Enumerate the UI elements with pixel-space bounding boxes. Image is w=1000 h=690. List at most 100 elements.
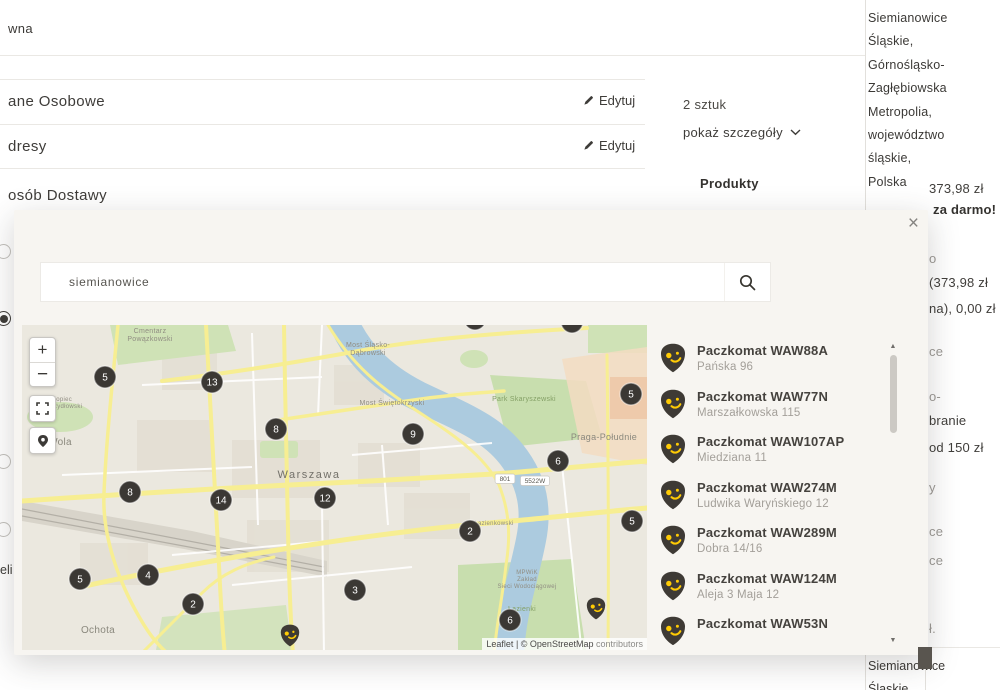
- cart-quantity: 2 sztuk: [683, 97, 726, 112]
- paczkomat-icon: [660, 571, 686, 601]
- paczkomat-icon: [660, 480, 686, 510]
- close-icon[interactable]: ×: [908, 214, 919, 233]
- map-cluster-marker[interactable]: 8: [265, 418, 287, 440]
- map-label: Ochota: [81, 625, 115, 636]
- map-cluster-marker[interactable]: 14: [210, 489, 232, 511]
- svg-text:8: 8: [127, 488, 133, 499]
- locker-name: Paczkomat WAW107AP: [697, 434, 844, 449]
- scroll-down-arrow[interactable]: ▼: [888, 637, 898, 645]
- map-label: Park Skaryszewski: [492, 396, 556, 403]
- summary-fragment: y: [929, 480, 936, 495]
- locker-name: Paczkomat WAW274M: [697, 480, 837, 495]
- map-cluster-marker[interactable]: 8: [119, 481, 141, 503]
- map-cluster-marker[interactable]: 12: [314, 487, 336, 509]
- map-cluster-marker[interactable]: 2: [459, 520, 481, 542]
- edit-personal-data-button[interactable]: Edytuj: [583, 93, 635, 108]
- locker-item[interactable]: Paczkomat WAW274M Ludwika Waryńskiego 12: [660, 480, 886, 526]
- summary-fragment: branie: [929, 413, 966, 428]
- scrollbar-thumb[interactable]: [890, 355, 897, 433]
- svg-text:801: 801: [500, 476, 511, 483]
- search-icon: [739, 274, 756, 291]
- page-scrollbar-thumb[interactable]: [918, 647, 932, 669]
- svg-text:5: 5: [629, 517, 635, 528]
- map-label: Sieci Wodociągowej: [498, 584, 557, 590]
- delivery-option-radio[interactable]: [0, 244, 11, 259]
- section-divider: [0, 124, 645, 125]
- svg-text:14: 14: [215, 496, 227, 507]
- locker-item[interactable]: Paczkomat WAW124M Aleja 3 Maja 12: [660, 571, 886, 617]
- leaflet-link[interactable]: Leaflet: [486, 639, 513, 649]
- summary-fragment: ł.: [929, 621, 936, 636]
- map-label: Warszawa: [278, 469, 341, 481]
- show-details-label: pokaż szczegóły: [683, 125, 783, 140]
- locate-button[interactable]: [29, 427, 56, 454]
- locker-item[interactable]: Paczkomat WAW77N Marszałkowska 115: [660, 389, 886, 435]
- pencil-icon: [583, 95, 594, 106]
- svg-text:13: 13: [206, 378, 218, 389]
- map-cluster-marker[interactable]: 13: [201, 371, 223, 393]
- delivery-option-radio[interactable]: [0, 454, 11, 469]
- map-cluster-marker[interactable]: 3: [344, 579, 366, 601]
- locker-name: Paczkomat WAW77N: [697, 389, 828, 404]
- svg-text:2: 2: [190, 600, 196, 611]
- locker-item[interactable]: Paczkomat WAW88A Pańska 96: [660, 343, 886, 389]
- products-row-label: Produkty: [700, 176, 759, 191]
- summary-fragment: za darmo!: [933, 202, 996, 217]
- locker-name: Paczkomat WAW124M: [697, 571, 837, 586]
- checkout-page: wna ane Osobowe dresy osób Dostawy Edytu…: [0, 0, 1000, 690]
- summary-fragment: ce: [929, 344, 943, 359]
- map-label: Zakład: [517, 577, 537, 583]
- summary-fragment: (373,98 zł: [929, 275, 988, 290]
- fullscreen-icon: [36, 402, 49, 415]
- svg-text:5: 5: [77, 575, 83, 586]
- map-cluster-marker[interactable]: 6: [499, 609, 521, 631]
- map-cluster-marker[interactable]: 5: [621, 510, 643, 532]
- paczkomat-icon: [660, 616, 686, 645]
- map-cluster-marker[interactable]: 9: [402, 423, 424, 445]
- locker-search-bar: [40, 262, 771, 302]
- delivery-option-radio[interactable]: [0, 522, 11, 537]
- openstreetmap-link[interactable]: OpenStreetMap: [530, 639, 594, 649]
- zoom-out-button[interactable]: −: [30, 362, 55, 386]
- paczkomat-icon: [660, 434, 686, 464]
- map-cluster-marker[interactable]: 5: [620, 383, 642, 405]
- svg-text:9: 9: [410, 430, 416, 441]
- scroll-up-arrow[interactable]: ▲: [888, 343, 898, 351]
- locker-address: Aleja 3 Maja 12: [697, 589, 837, 601]
- fullscreen-button[interactable]: [29, 395, 56, 422]
- left-edge-text-fragment: eli: [0, 563, 13, 577]
- locker-item[interactable]: Paczkomat WAW289M Dobra 14/16: [660, 525, 886, 571]
- summary-fragment: ce: [929, 553, 943, 568]
- summary-fragment: ce: [929, 524, 943, 539]
- search-button[interactable]: [724, 263, 770, 301]
- paczkomat-picker-modal: ×: [14, 210, 928, 655]
- map-cluster-marker[interactable]: 5: [69, 568, 91, 590]
- section-divider: [0, 168, 645, 169]
- map-canvas[interactable]: 8015522W CmentarzPowązkowskiKopiecMoczyd…: [22, 325, 647, 650]
- locker-item[interactable]: Paczkomat WAW53N: [660, 616, 886, 645]
- paczkomat-icon: [660, 389, 686, 419]
- map-cluster-marker[interactable]: 5: [94, 366, 116, 388]
- map-cluster-marker[interactable]: 2: [182, 593, 204, 615]
- locker-name: Paczkomat WAW289M: [697, 525, 837, 540]
- svg-text:6: 6: [507, 616, 513, 627]
- locker-item[interactable]: Paczkomat WAW107AP Miedziana 11: [660, 434, 886, 480]
- map-cluster-marker[interactable]: 6: [547, 450, 569, 472]
- edit-addresses-button[interactable]: Edytuj: [583, 138, 635, 153]
- edit-label: Edytuj: [599, 138, 635, 153]
- zoom-in-button[interactable]: +: [30, 338, 55, 362]
- location-suggestion-item-2[interactable]: SiemianowiceŚląskie,: [868, 655, 945, 690]
- map-label: Cmentarz: [134, 328, 167, 335]
- show-details-toggle[interactable]: pokaż szczegóły: [683, 125, 801, 140]
- topbar-divider: [0, 55, 865, 56]
- map-cluster-marker[interactable]: 4: [137, 564, 159, 586]
- summary-fragment: od 150 zł: [929, 440, 984, 455]
- location-suggestion-item[interactable]: SiemianowiceŚląskie,Górnośląsko-Zagłębio…: [868, 7, 948, 194]
- delivery-option-radio-selected[interactable]: [0, 311, 11, 326]
- edit-label: Edytuj: [599, 93, 635, 108]
- map-tiles: 8015522W CmentarzPowązkowskiKopiecMoczyd…: [22, 325, 647, 650]
- locker-search-input[interactable]: [41, 263, 724, 301]
- map-zoom-control: + −: [29, 337, 56, 387]
- summary-fragment: 373,98 zł: [929, 181, 984, 196]
- map-label: Most Świętokrzyski: [360, 398, 425, 407]
